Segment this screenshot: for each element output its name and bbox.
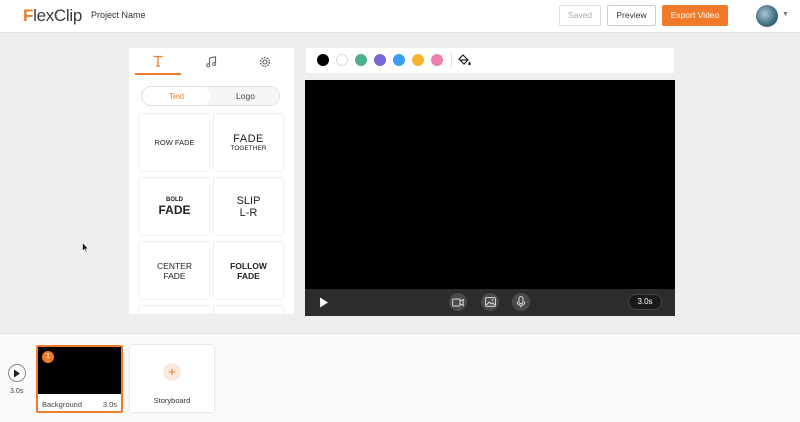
clip-number-badge: 1	[42, 351, 54, 363]
player-controls	[305, 289, 675, 316]
card-line1: CENTER	[157, 260, 192, 271]
text-style-row-fade[interactable]: ROW FADE	[140, 114, 209, 171]
text-logo-toggle: Text Logo	[141, 86, 280, 106]
text-style-fade-together[interactable]: FADE TOGETHER	[214, 114, 283, 171]
storyboard-label: Storyboard	[153, 396, 191, 405]
color-swatch-black[interactable]	[317, 54, 329, 66]
text-style-slip-l-r[interactable]: SLIP L-R	[214, 178, 283, 235]
card-line1: FOLLOW	[230, 260, 267, 271]
flexclip-logo[interactable]: FlexClip	[23, 6, 82, 26]
chevron-down-icon[interactable]: ▼	[782, 11, 789, 18]
video-canvas[interactable]	[305, 80, 675, 289]
logo-f: F	[23, 6, 34, 25]
text-icon	[153, 55, 163, 67]
play-icon	[14, 369, 20, 377]
microphone-icon	[516, 296, 526, 308]
export-video-button[interactable]: Export Video	[662, 5, 728, 26]
tab-text[interactable]	[135, 48, 181, 75]
project-name[interactable]: Project Name	[91, 10, 146, 20]
color-swatch-green[interactable]	[355, 54, 367, 66]
storyboard-button[interactable]: + Storyboard	[130, 345, 214, 412]
mouse-cursor-icon	[82, 242, 89, 253]
color-swatch-blue[interactable]	[393, 54, 405, 66]
top-bar: FlexClip Project Name Saved Preview Expo…	[0, 0, 800, 33]
image-icon	[484, 297, 496, 307]
card-line2: FADE	[163, 270, 186, 281]
card-line1: FADE	[233, 133, 264, 145]
saved-button[interactable]: Saved	[559, 5, 601, 26]
card-line1: ROW FADE	[154, 138, 195, 147]
paint-bucket-icon[interactable]	[458, 54, 472, 67]
card-line2: L-R	[239, 206, 258, 219]
toggle-text[interactable]: Text	[142, 87, 211, 105]
color-swatch-purple[interactable]	[374, 54, 386, 66]
elements-panel: Text Logo ROW FADE FADE TOGETHER BOLD FA…	[129, 48, 294, 314]
text-style-card[interactable]	[214, 306, 283, 314]
preview-button[interactable]: Preview	[607, 5, 656, 26]
video-camera-icon	[452, 298, 464, 306]
logo-text: lexClip	[33, 6, 83, 25]
tab-music[interactable]	[188, 48, 234, 75]
image-button[interactable]	[481, 293, 499, 311]
card-line2: FADE	[158, 202, 191, 217]
timeline-play-button[interactable]	[8, 364, 26, 382]
color-swatch-yellow[interactable]	[412, 54, 424, 66]
text-style-bold-fade[interactable]: BOLD FADE	[140, 178, 209, 235]
plus-icon: +	[163, 363, 181, 381]
avatar[interactable]	[756, 5, 778, 27]
music-icon	[206, 55, 217, 67]
duration-pill[interactable]: 3.0s	[628, 294, 662, 310]
video-record-button[interactable]	[449, 293, 467, 311]
color-toolbar	[306, 48, 674, 73]
clip-name: Background	[42, 400, 83, 409]
clip-duration: 3.0s	[102, 400, 117, 409]
color-swatch-pink[interactable]	[431, 54, 443, 66]
text-style-card[interactable]	[140, 306, 209, 314]
scene-clip[interactable]: 1 Background 3.0s	[36, 345, 123, 413]
play-icon[interactable]	[319, 297, 329, 308]
card-line2: TOGETHER	[230, 145, 267, 152]
text-style-follow-fade[interactable]: FOLLOW FADE	[214, 242, 283, 299]
card-line1: SLIP	[236, 194, 261, 207]
text-style-center-fade[interactable]: CENTER FADE	[140, 242, 209, 299]
toolbar-divider	[451, 53, 452, 67]
card-line2: FADE	[237, 270, 260, 281]
color-swatch-white[interactable]	[336, 54, 348, 66]
settings-icon	[259, 56, 271, 67]
toggle-logo[interactable]: Logo	[211, 87, 280, 105]
tab-settings[interactable]	[242, 48, 288, 75]
total-duration: 3.0s	[10, 388, 24, 395]
record-audio-button[interactable]	[512, 293, 530, 311]
